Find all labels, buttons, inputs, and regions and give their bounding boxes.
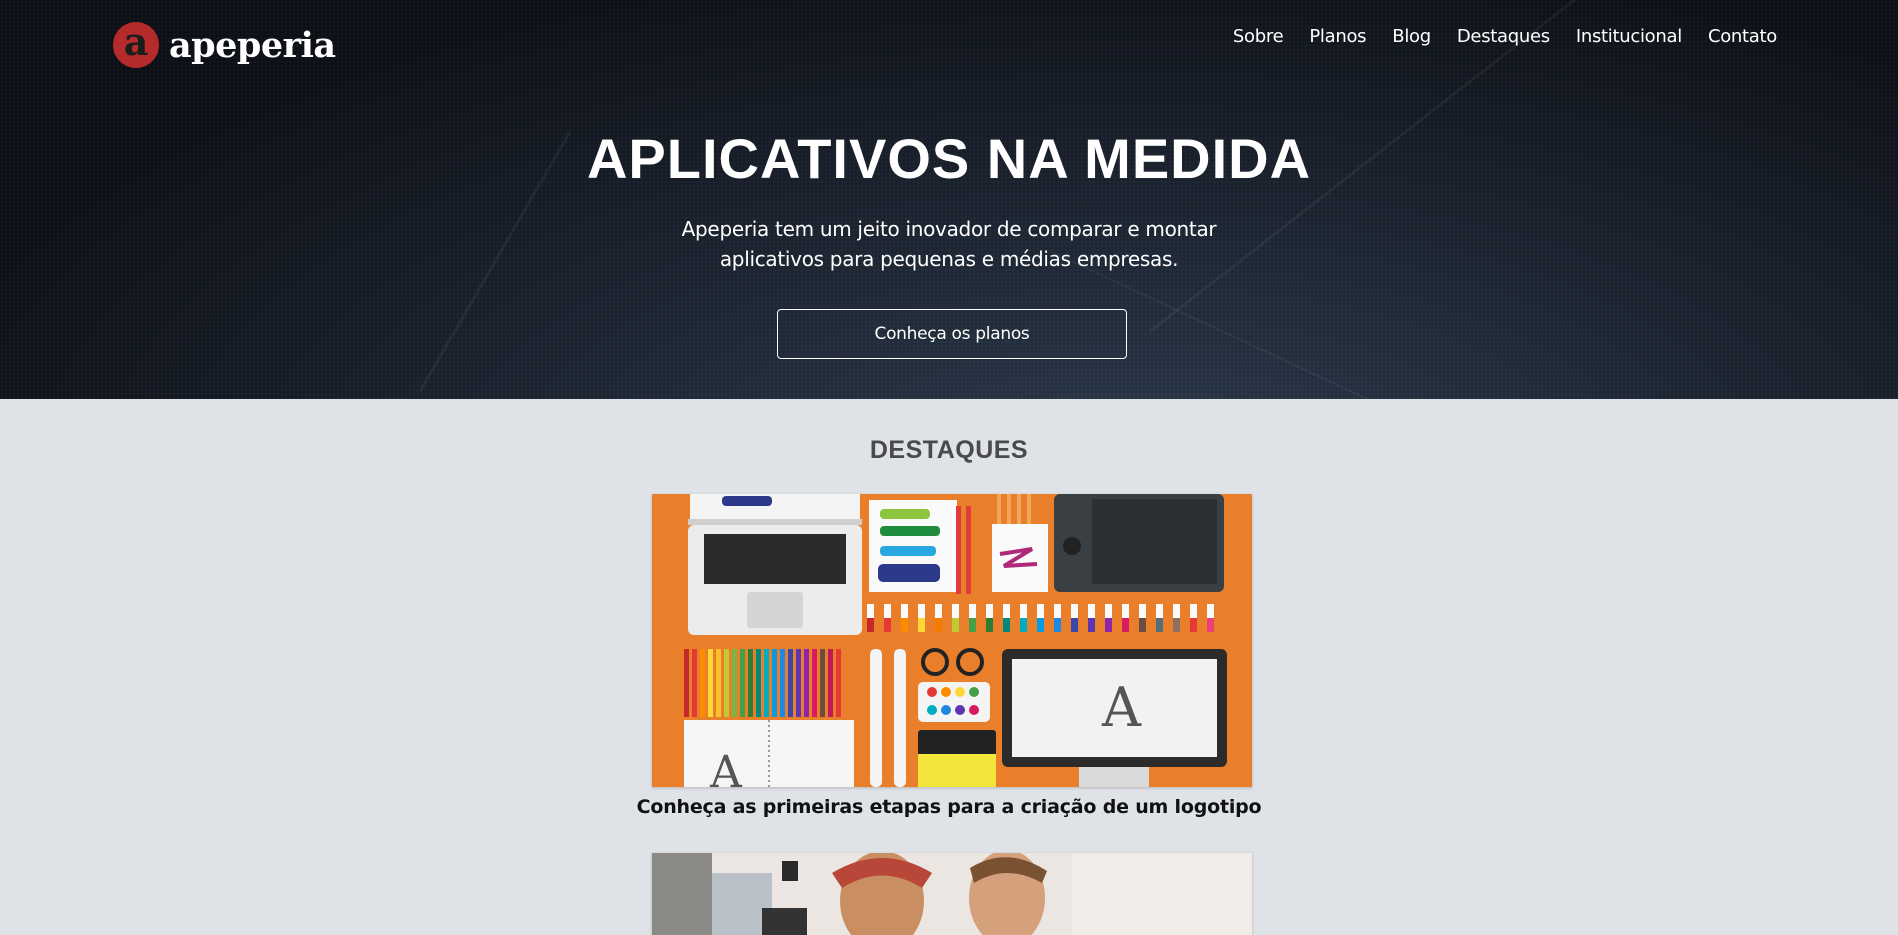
nav-item-contato[interactable]: Contato: [1708, 26, 1777, 47]
brand-logo[interactable]: a apeperia: [113, 19, 336, 68]
hero-subtitle-line: aplicativos para pequenas e médias empre…: [719, 247, 1179, 271]
nav-item-planos[interactable]: Planos: [1309, 26, 1366, 47]
hero-subtitle: Apeperia tem um jeito inovador de compar…: [0, 214, 1898, 274]
nav-item-blog[interactable]: Blog: [1392, 26, 1431, 47]
highlights-title: DESTAQUES: [869, 436, 1029, 464]
plans-button[interactable]: Conheça os planos: [777, 309, 1127, 359]
svg-text:A: A: [709, 747, 743, 787]
main-nav: Sobre Planos Blog Destaques Instituciona…: [1233, 26, 1777, 47]
people-photo: [652, 853, 1252, 935]
nav-item-institucional[interactable]: Institucional: [1576, 26, 1682, 47]
laptop-illustration: [688, 494, 862, 635]
highlight-image-people[interactable]: [652, 853, 1252, 935]
nav-item-sobre[interactable]: Sobre: [1233, 26, 1284, 47]
hero-title: APLICATIVOS NA MEDIDA: [586, 127, 1312, 190]
logo-mark-icon: a: [113, 19, 159, 68]
hero-banner: a apeperia Sobre Planos Blog Destaques I…: [0, 0, 1898, 399]
hero-subtitle-line: Apeperia tem um jeito inovador de compar…: [681, 217, 1217, 241]
brand-name: apeperia: [169, 24, 336, 66]
designer-desk-illustration: A A: [652, 494, 1252, 787]
highlight-caption[interactable]: Conheça as primeiras etapas para a criaç…: [0, 796, 1898, 818]
paint-tubes: [867, 604, 1214, 632]
svg-text:A: A: [1101, 676, 1142, 739]
nav-item-destaques[interactable]: Destaques: [1457, 26, 1550, 47]
highlight-image-designer-desk[interactable]: A A: [652, 494, 1252, 787]
